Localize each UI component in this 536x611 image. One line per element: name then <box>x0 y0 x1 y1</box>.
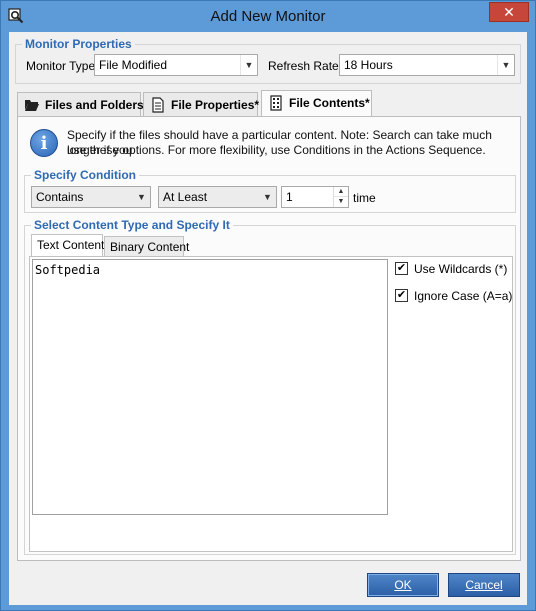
ok-button[interactable]: OK <box>367 573 439 597</box>
tab-label: File Contents* <box>289 96 370 110</box>
subtab-text-content[interactable]: Text Content <box>31 234 105 256</box>
tab-label: File Properties* <box>171 98 260 112</box>
chevron-down-icon: ▼ <box>137 192 146 202</box>
dialog-footer: OK Cancel <box>9 567 527 605</box>
content-type-legend: Select Content Type and Specify It <box>31 218 233 232</box>
quantifier-value: At Least <box>163 190 208 204</box>
monitor-properties-group: Monitor Properties Monitor Type: File Mo… <box>15 37 521 84</box>
stepper-down-icon[interactable]: ▼ <box>334 197 348 207</box>
folder-open-icon <box>25 100 39 111</box>
tab-file-contents[interactable]: File Contents* <box>261 90 372 116</box>
info-text-line-2: use these options. For more flexibility,… <box>67 143 486 157</box>
monitor-type-value: File Modified <box>99 58 168 72</box>
ignore-case-checkbox[interactable]: ✔ Ignore Case (A=a) <box>395 288 513 304</box>
dialog-client-area: Monitor Properties Monitor Type: File Mo… <box>9 32 527 567</box>
check-icon: ✔ <box>395 262 408 275</box>
refresh-rate-select[interactable]: 18 Hours ▼ <box>339 54 515 76</box>
refresh-rate-label: Refresh Rate: <box>268 59 343 73</box>
ignore-case-label: Ignore Case (A=a) <box>414 289 513 303</box>
stepper-buttons: ▲ ▼ <box>333 187 348 207</box>
chevron-down-icon: ▼ <box>240 55 257 75</box>
stepper-up-icon[interactable]: ▲ <box>334 187 348 197</box>
window-title: Add New Monitor <box>210 8 326 25</box>
dialog-window: Add New Monitor ✕ Monitor Properties Mon… <box>0 0 536 611</box>
use-wildcards-label: Use Wildcards (*) <box>414 262 508 276</box>
tab-file-properties[interactable]: File Properties* <box>143 92 260 116</box>
quantifier-select[interactable]: At Least ▼ <box>158 186 277 208</box>
info-icon: i <box>30 129 58 157</box>
chevron-down-icon: ▼ <box>497 55 514 75</box>
binary-file-icon <box>270 95 282 111</box>
refresh-rate-value: 18 Hours <box>344 58 393 72</box>
title-bar[interactable]: Add New Monitor ✕ <box>1 1 535 32</box>
count-unit-label: time <box>353 191 376 205</box>
tab-files-and-folders[interactable]: Files and Folders <box>17 92 144 116</box>
count-stepper[interactable]: 1 ▲ ▼ <box>281 186 349 208</box>
condition-value: Contains <box>36 190 84 204</box>
count-value: 1 <box>286 190 293 204</box>
monitor-type-label: Monitor Type: <box>26 59 99 73</box>
use-wildcards-checkbox[interactable]: ✔ Use Wildcards (*) <box>395 261 513 277</box>
close-button[interactable]: ✕ <box>489 2 529 22</box>
monitor-properties-legend: Monitor Properties <box>22 37 135 51</box>
document-icon <box>152 97 164 113</box>
content-type-group: Select Content Type and Specify It Text … <box>24 218 516 555</box>
check-icon: ✔ <box>395 289 408 302</box>
specify-condition-group: Specify Condition Contains ▼ At Least ▼ … <box>24 168 516 213</box>
tab-label: Files and Folders <box>45 98 144 112</box>
chevron-down-icon: ▼ <box>263 192 272 202</box>
text-content-panel: Softpedia ✔ Use Wildcards (*) ✔ Ignore C… <box>29 256 513 552</box>
monitor-type-select[interactable]: File Modified ▼ <box>94 54 258 76</box>
file-contents-panel: i Specify if the files should have a par… <box>17 116 521 561</box>
cancel-button[interactable]: Cancel <box>448 573 520 597</box>
subtab-binary-content[interactable]: Binary Content <box>104 236 189 256</box>
text-content-input[interactable]: Softpedia <box>32 259 388 515</box>
subtab-label: Text Content <box>37 238 105 252</box>
subtab-label: Binary Content <box>110 240 190 254</box>
specify-condition-legend: Specify Condition <box>31 168 139 182</box>
condition-select[interactable]: Contains ▼ <box>31 186 151 208</box>
